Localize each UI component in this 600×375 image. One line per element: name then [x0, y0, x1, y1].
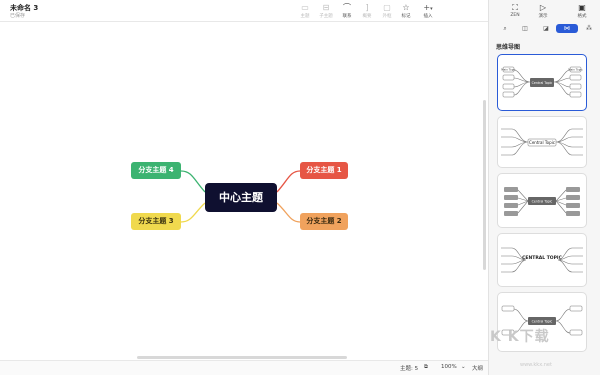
- svg-text:Central Topic: Central Topic: [532, 320, 553, 324]
- format-panel-icon: ▣: [578, 3, 586, 12]
- svg-text:Main Topic: Main Topic: [568, 68, 583, 72]
- outline-button[interactable]: 大纲: [472, 364, 483, 372]
- central-topic[interactable]: 中心主题: [205, 183, 277, 212]
- zen-mode-button[interactable]: ⛶ ZEN: [502, 3, 528, 18]
- connector-branch-1: [276, 170, 301, 193]
- svg-text:Central Topic: Central Topic: [532, 81, 553, 85]
- branch-topic-4[interactable]: 分支主题 4: [131, 162, 181, 179]
- present-icon: ▷: [539, 3, 547, 12]
- presentation-button[interactable]: ▷ 演示: [530, 3, 556, 19]
- vertical-scrollbar[interactable]: [483, 100, 486, 270]
- search-icon[interactable]: ⌕: [494, 24, 516, 33]
- topic-count: 主题: 5: [400, 366, 419, 372]
- connector-branch-2: [276, 202, 301, 223]
- structure-icon[interactable]: ⋈: [556, 24, 578, 33]
- connector-branch-4: [180, 170, 206, 193]
- horizontal-scrollbar[interactable]: [137, 356, 347, 359]
- sticker-icon[interactable]: ◪: [535, 24, 557, 33]
- watermark-url: www.kkx.net: [520, 362, 552, 368]
- panel-tabs: ⌕ ◫ ◪ ⋈ ⁂: [494, 24, 598, 33]
- template-preview: Central Topic: [504, 187, 580, 216]
- zoom-menu-icon[interactable]: ⌄: [461, 364, 466, 370]
- status-bar: 主题: 5 ⧉ 100% ⌄ 大纲: [0, 360, 490, 375]
- template-preview: CENTRAL TOPIC: [501, 247, 583, 273]
- watermark-logo: K K下载: [490, 329, 550, 345]
- zen-icon: ⛶: [512, 3, 518, 12]
- svg-text:Main Topic: Main Topic: [501, 68, 516, 72]
- template-mindmap-4[interactable]: CENTRAL TOPIC: [497, 233, 587, 287]
- template-preview: Central Topic Main Topic Main Topic: [501, 66, 583, 98]
- branch-connectors: [180, 170, 301, 223]
- template-preview: Central Topic: [501, 128, 583, 156]
- theme-icon[interactable]: ⁂: [578, 24, 600, 33]
- template-mindmap-3[interactable]: Central Topic: [497, 173, 587, 228]
- section-title: 思维导图: [496, 44, 521, 51]
- template-mindmap-2[interactable]: Central Topic: [497, 116, 587, 168]
- connector-branch-3: [180, 202, 206, 223]
- svg-text:Central Topic: Central Topic: [532, 200, 553, 204]
- map-view-icon[interactable]: ⧉: [424, 364, 428, 371]
- branch-topic-1[interactable]: 分支主题 1: [300, 162, 348, 179]
- svg-text:CENTRAL TOPIC: CENTRAL TOPIC: [522, 255, 562, 261]
- image-icon[interactable]: ◫: [514, 24, 536, 33]
- zoom-level[interactable]: 100%: [441, 364, 457, 370]
- format-button[interactable]: ▣ 格式: [569, 3, 595, 19]
- branch-topic-2[interactable]: 分支主题 2: [300, 213, 348, 230]
- template-mindmap-1[interactable]: Central Topic Main Topic Main Topic: [497, 54, 587, 111]
- branch-topic-3[interactable]: 分支主题 3: [131, 213, 181, 230]
- svg-text:Central Topic: Central Topic: [529, 140, 555, 145]
